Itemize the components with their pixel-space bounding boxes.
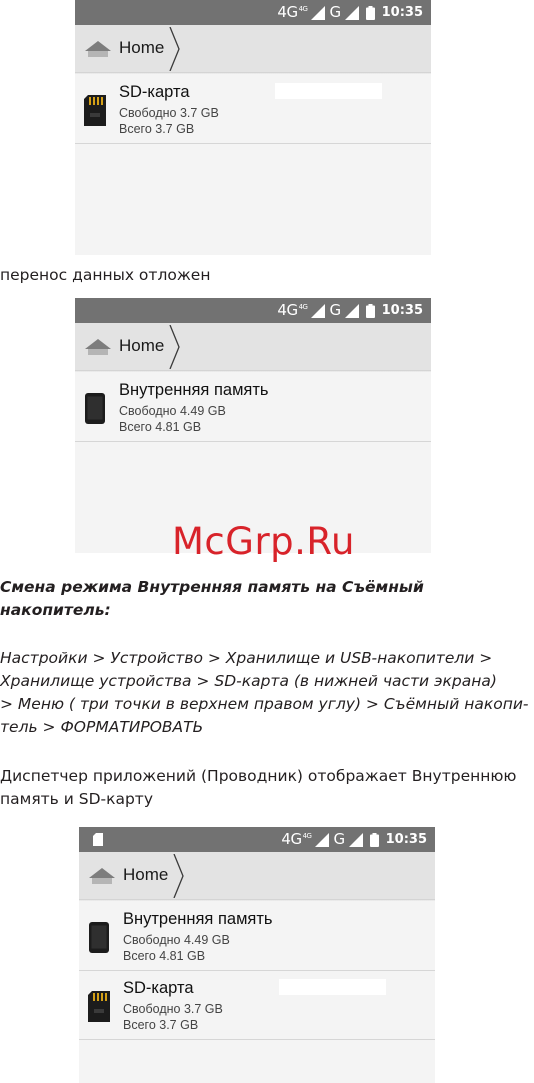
storage-total: Всего 4.81 GB — [119, 420, 202, 434]
path-line-2: Хранилище устройства > SD-карта (в нижне… — [0, 672, 497, 690]
text-deferred: перенос данных отложен — [0, 266, 211, 284]
home-icon[interactable] — [88, 867, 116, 885]
heading-line-1: Смена режима Внутренняя память на Съёмны… — [0, 578, 424, 596]
status-bar: 4G4G G 10:35 — [75, 0, 431, 25]
storage-item-sd-card[interactable]: SD-карта Свободно 3.7 GB Всего 3.7 GB — [75, 75, 431, 144]
battery-icon — [369, 832, 379, 847]
sd-card-icon — [84, 95, 106, 126]
storage-item-internal[interactable]: Внутренняя память Свободно 4.49 GB Всего… — [79, 902, 435, 971]
breadcrumb-home[interactable]: Home — [119, 37, 164, 59]
phone-icon — [89, 922, 109, 953]
breadcrumb-home[interactable]: Home — [119, 335, 164, 357]
signal-icon — [348, 832, 363, 847]
breadcrumb-shadow — [79, 899, 435, 901]
network-indicator: 4G4G — [277, 301, 308, 319]
chevron-right-icon — [169, 325, 180, 369]
signal-icon — [311, 303, 326, 318]
screenshot-internal-memory: 4G4G G 10:35 Home Внутренняя память Своб… — [75, 298, 431, 553]
breadcrumb-home[interactable]: Home — [123, 864, 168, 886]
battery-icon — [365, 5, 375, 20]
chevron-right-icon — [169, 27, 180, 71]
signal-icon — [344, 303, 359, 318]
storage-total: Всего 4.81 GB — [123, 949, 206, 963]
heading-line-2: накопитель: — [0, 601, 111, 619]
breadcrumb: Home — [79, 852, 435, 899]
status-bar: 4G4G G 10:35 — [75, 298, 431, 323]
status-time: 10:35 — [381, 303, 423, 318]
storage-free: Свободно 4.49 GB — [123, 933, 230, 947]
signal-icon — [315, 832, 330, 847]
breadcrumb: Home — [75, 25, 431, 72]
signal-icon — [311, 5, 326, 20]
storage-free: Свободно 3.7 GB — [123, 1002, 223, 1016]
watermark: McGrp.Ru — [172, 520, 355, 563]
storage-item-sd-card[interactable]: SD-карта Свободно 3.7 GB Всего 3.7 GB — [79, 971, 435, 1040]
network-indicator-2g: G — [333, 830, 345, 848]
sd-card-icon — [88, 991, 110, 1022]
path-line-3: > Меню ( три точки в верхнем правом углу… — [0, 695, 529, 713]
storage-free: Свободно 4.49 GB — [119, 404, 226, 418]
path-line-4: тель > ФОРМАТИРОВАТЬ — [0, 718, 204, 736]
network-indicator-2g: G — [329, 3, 341, 21]
status-time: 10:35 — [385, 832, 427, 847]
status-time: 10:35 — [381, 5, 423, 20]
explorer-line-1: Диспетчер приложений (Проводник) отображ… — [0, 767, 517, 785]
breadcrumb: Home — [75, 323, 431, 370]
storage-name: SD-карта — [119, 83, 190, 101]
home-icon[interactable] — [84, 338, 112, 356]
storage-name: Внутренняя память — [123, 910, 273, 928]
storage-name: SD-карта — [123, 979, 194, 997]
status-bar: 4G4G G 10:35 — [79, 827, 435, 852]
storage-total: Всего 3.7 GB — [119, 122, 195, 136]
home-icon[interactable] — [84, 40, 112, 58]
phone-icon — [85, 393, 105, 424]
storage-total: Всего 3.7 GB — [123, 1018, 199, 1032]
storage-name: Внутренняя память — [119, 381, 269, 399]
breadcrumb-shadow — [75, 370, 431, 372]
breadcrumb-shadow — [75, 72, 431, 74]
path-line-1: Настройки > Устройство > Хранилище и USB… — [0, 649, 493, 667]
explorer-line-2: память и SD-карту — [0, 790, 154, 808]
sd-card-status-icon — [93, 833, 103, 846]
network-indicator: 4G4G — [277, 3, 308, 21]
network-indicator-2g: G — [329, 301, 341, 319]
screenshot-sd-card: 4G4G G 10:35 Home SD-карта Свободно 3.7 … — [75, 0, 431, 255]
chevron-right-icon — [173, 854, 184, 898]
battery-icon — [365, 303, 375, 318]
storage-item-internal[interactable]: Внутренняя память Свободно 4.49 GB Всего… — [75, 373, 431, 442]
redaction — [275, 83, 382, 99]
redaction — [279, 979, 386, 995]
signal-icon — [344, 5, 359, 20]
screenshot-both-storages: 4G4G G 10:35 Home Внутренняя память Своб… — [79, 827, 435, 1083]
network-indicator: 4G4G — [281, 830, 312, 848]
storage-free: Свободно 3.7 GB — [119, 106, 219, 120]
